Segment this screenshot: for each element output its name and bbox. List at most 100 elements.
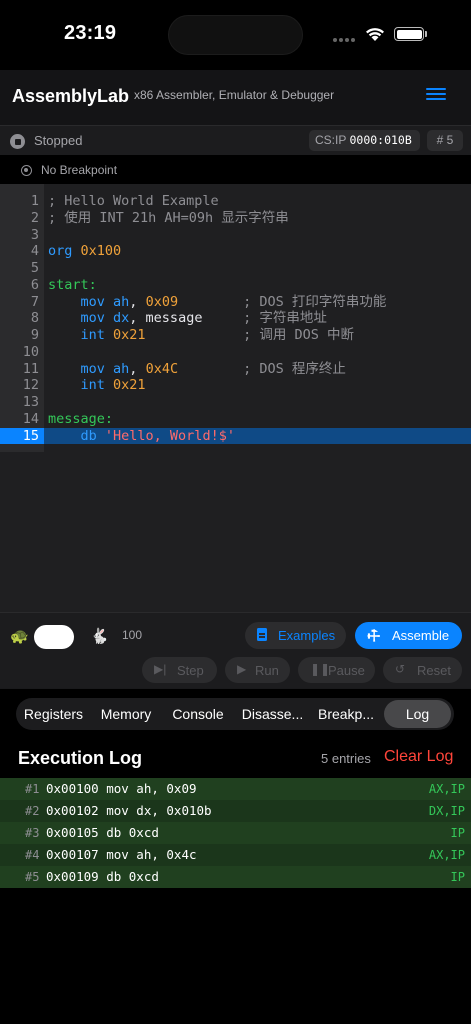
- tab-registers[interactable]: Registers: [16, 698, 91, 730]
- control-panel: 🐢 🐇 100 Examples ⚒ Assemble ▶| Step ▶ Ru…: [0, 612, 471, 688]
- tab-breakpoints[interactable]: Breakp...: [310, 698, 382, 730]
- code-text: db 'Hello, World!$': [48, 428, 235, 445]
- code-token: 0x09: [145, 293, 179, 310]
- execution-log-list: #1 0x00100 mov ah, 0x09 AX,IP #2 0x00102 mov…: [0, 778, 471, 888]
- document-icon: [257, 628, 267, 641]
- code-line[interactable]: 14 message:: [0, 411, 471, 428]
- wifi-icon: [366, 28, 384, 41]
- code-line[interactable]: 10: [0, 344, 471, 361]
- line-number[interactable]: 7: [9, 294, 39, 311]
- code-line[interactable]: 3: [0, 227, 471, 244]
- code-line[interactable]: 9 int 0x21 ; 调用 DOS 中断: [0, 327, 471, 344]
- log-row[interactable]: #4 0x00107 mov ah, 0x4c AX,IP: [0, 844, 471, 866]
- code-editor[interactable]: 1 ; Hello World Example 2 ; 使用 INT 21h AH=0…: [0, 184, 471, 612]
- tab-memory[interactable]: Memory: [91, 698, 161, 730]
- status-bar: 23:19: [0, 0, 471, 70]
- code-token: dx: [113, 310, 130, 327]
- code-line[interactable]: 11 mov ah, 0x4C ; DOS 程序终止: [0, 361, 471, 378]
- code-token: message:: [48, 410, 114, 427]
- examples-button[interactable]: Examples: [245, 622, 346, 649]
- code-line[interactable]: 13: [0, 394, 471, 411]
- code-token: ah: [113, 293, 130, 310]
- reset-label: Reset: [417, 663, 451, 678]
- log-index: #2: [25, 804, 40, 818]
- code-text: start:: [48, 277, 97, 294]
- code-token: ; 使用 INT 21h AH=09h 显示字符串: [48, 209, 289, 226]
- log-row[interactable]: #1 0x00100 mov ah, 0x09 AX,IP: [0, 778, 471, 800]
- tortoise-icon: 🐢: [10, 628, 29, 645]
- line-number[interactable]: 11: [9, 361, 39, 378]
- line-number[interactable]: 4: [9, 243, 39, 260]
- breakpoint-bar: No Breakpoint: [0, 155, 471, 184]
- tab-console[interactable]: Console: [161, 698, 235, 730]
- log-row[interactable]: #2 0x00102 mov dx, 0x010b DX,IP: [0, 800, 471, 822]
- line-number[interactable]: 6: [9, 277, 39, 294]
- reset-icon: ↺: [395, 662, 406, 676]
- log-changed-registers: AX,IP: [428, 782, 465, 796]
- tab-disassembly[interactable]: Disasse...: [235, 698, 310, 730]
- menu-icon[interactable]: [426, 88, 446, 104]
- log-instruction: 0x00109 db 0xcd: [46, 869, 159, 884]
- line-number[interactable]: 13: [9, 394, 39, 411]
- log-instruction: 0x00107 mov ah, 0x4c: [46, 847, 197, 862]
- code-token: ,: [129, 360, 146, 377]
- clear-log-button[interactable]: Clear Log: [384, 748, 453, 766]
- code-token: ; 字符串地址: [202, 310, 327, 327]
- assemble-button[interactable]: ⚒ Assemble: [355, 622, 462, 649]
- line-number[interactable]: 2: [9, 210, 39, 227]
- log-header: Execution Log 5 entries Clear Log: [0, 738, 471, 778]
- code-text: int 0x21: [48, 377, 146, 394]
- speed-slider[interactable]: [34, 625, 74, 649]
- code-line[interactable]: 1 ; Hello World Example: [0, 193, 471, 210]
- code-token: 0x21: [113, 377, 146, 394]
- tab-log[interactable]: Log: [384, 700, 451, 728]
- code-lines[interactable]: 1 ; Hello World Example 2 ; 使用 INT 21h AH=0…: [0, 193, 471, 445]
- line-number[interactable]: 15: [0, 427, 44, 445]
- code-line[interactable]: 5: [0, 260, 471, 277]
- csip-value: 0000:010B: [349, 133, 412, 147]
- speed-value: 100: [122, 628, 143, 642]
- pause-button[interactable]: ❚❚ Pause: [298, 657, 375, 683]
- log-instruction: 0x00105 db 0xcd: [46, 825, 159, 840]
- code-text: message:: [48, 411, 113, 428]
- line-number[interactable]: 8: [9, 310, 39, 327]
- cellular-signal-icon: [333, 38, 358, 43]
- code-text: int 0x21 ; 调用 DOS 中断: [48, 327, 354, 344]
- log-changed-registers: DX,IP: [428, 804, 465, 818]
- navigation-bar: AssemblyLab x86 Assembler, Emulator & De…: [0, 70, 471, 125]
- code-line[interactable]: 2 ; 使用 INT 21h AH=09h 显示字符串: [0, 210, 471, 227]
- code-text: ; 使用 INT 21h AH=09h 显示字符串: [48, 210, 289, 227]
- pause-label: Pause: [328, 663, 365, 678]
- log-index: #1: [25, 782, 40, 796]
- code-token: mov: [48, 310, 114, 327]
- step-label: Step: [177, 663, 204, 678]
- code-line[interactable]: 4 org 0x100: [0, 243, 471, 260]
- code-line[interactable]: 8 mov dx, message ; 字符串地址: [0, 310, 471, 327]
- code-line[interactable]: 7 mov ah, 0x09 ; DOS 打印字符串功能: [0, 294, 471, 311]
- log-changed-registers: IP: [450, 826, 465, 840]
- code-line[interactable]: 15 db 'Hello, World!$': [0, 427, 471, 445]
- line-number[interactable]: 14: [9, 411, 39, 428]
- log-row[interactable]: #5 0x00109 db 0xcd IP: [0, 866, 471, 888]
- code-line[interactable]: 12 int 0x21: [0, 377, 471, 394]
- rabbit-icon: 🐇: [90, 628, 109, 645]
- csip-label: CS:IP: [315, 133, 347, 147]
- log-title: Execution Log: [18, 748, 143, 768]
- line-number[interactable]: 12: [9, 377, 39, 394]
- step-button[interactable]: ▶| Step: [142, 657, 217, 683]
- line-number[interactable]: 5: [9, 260, 39, 277]
- code-token: 0x21: [113, 327, 146, 343]
- log-row[interactable]: #3 0x00105 db 0xcd IP: [0, 822, 471, 844]
- line-number[interactable]: 9: [9, 327, 39, 344]
- code-token: ; 调用 DOS 中断: [145, 327, 354, 343]
- code-line[interactable]: 6 start:: [0, 277, 471, 294]
- log-changed-registers: AX,IP: [428, 848, 465, 862]
- line-number[interactable]: 10: [9, 344, 39, 361]
- line-number[interactable]: 3: [9, 227, 39, 244]
- line-number[interactable]: 1: [9, 193, 39, 210]
- run-button[interactable]: ▶ Run: [225, 657, 290, 683]
- examples-label: Examples: [278, 628, 336, 643]
- reset-button[interactable]: ↺ Reset: [383, 657, 462, 683]
- code-token: ; DOS 程序终止: [178, 360, 346, 377]
- execution-status: Stopped: [34, 133, 83, 148]
